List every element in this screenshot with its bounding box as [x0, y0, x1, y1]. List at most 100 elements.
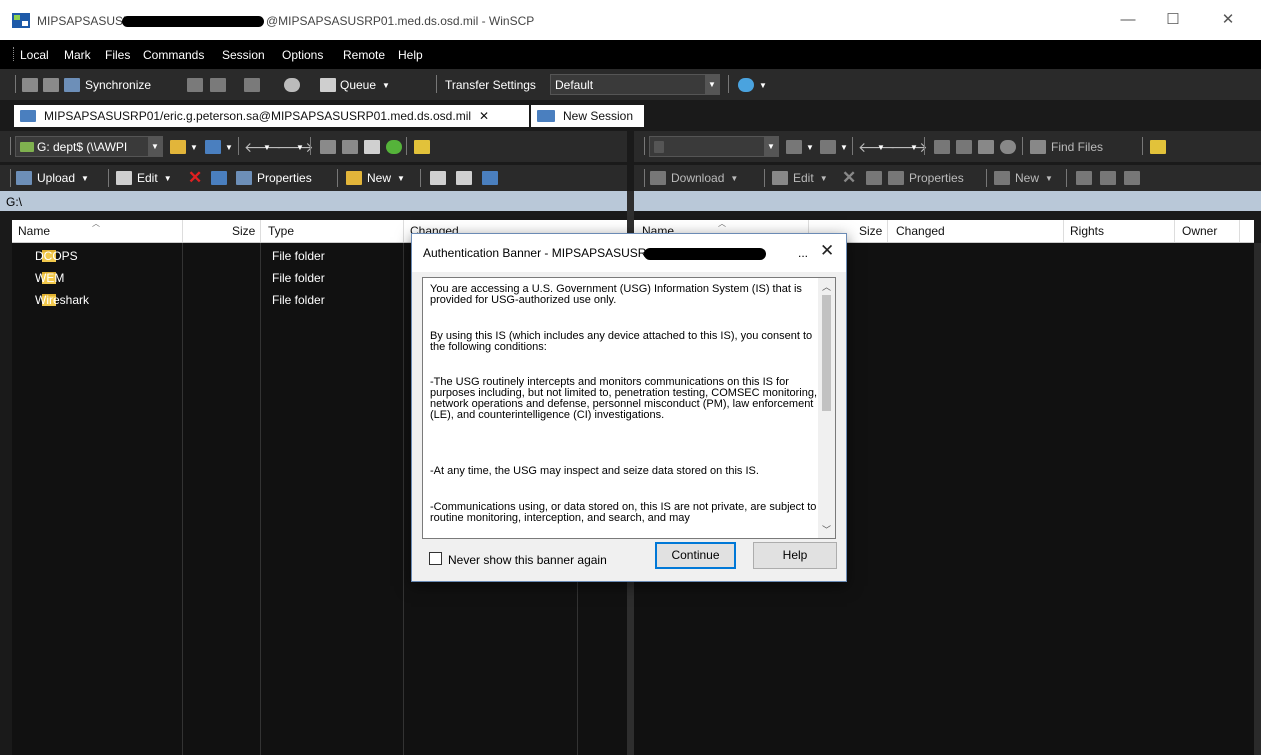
never-show-checkbox[interactable]: [429, 552, 442, 565]
column-separator[interactable]: [260, 220, 261, 242]
maximize-button[interactable]: ☐: [1158, 8, 1188, 32]
local-drive-select[interactable]: G: dept$ (\\AWPI ▼: [15, 136, 163, 157]
refresh-icon[interactable]: [386, 140, 402, 154]
local-edit-button[interactable]: Edit ▼: [116, 168, 172, 188]
tab-session[interactable]: MIPSAPSASUSRP01/eric.g.peterson.sa@MIPSA…: [14, 105, 529, 127]
remote-edit-button[interactable]: Edit ▼: [772, 168, 828, 188]
forward-arrow-icon[interactable]: 🡒: [890, 139, 928, 156]
home-icon[interactable]: [364, 140, 380, 154]
chevron-down-icon[interactable]: ▼: [910, 143, 918, 152]
putty-icon[interactable]: [210, 78, 226, 92]
dialog-close-button[interactable]: ✕: [820, 241, 834, 261]
remote-directory-select[interactable]: ▼: [649, 136, 779, 157]
rename-icon[interactable]: [866, 171, 882, 185]
menu-local[interactable]: Local: [20, 48, 49, 62]
scroll-down-icon[interactable]: ﹀: [818, 523, 835, 536]
menu-options[interactable]: Options: [282, 48, 323, 62]
unselect-icon[interactable]: [1100, 171, 1116, 185]
remote-properties-button[interactable]: Properties: [888, 168, 964, 188]
remote-new-button[interactable]: New ▼: [994, 168, 1053, 188]
transfer-settings-select[interactable]: Default ▼: [550, 74, 720, 95]
remote-col-size[interactable]: Size: [859, 224, 882, 238]
local-col-type[interactable]: Type: [268, 224, 294, 238]
unselect-icon[interactable]: [456, 171, 472, 185]
menu-mark[interactable]: Mark: [64, 48, 91, 62]
home-icon[interactable]: [978, 140, 994, 154]
parent-directory-icon[interactable]: [320, 140, 336, 154]
filter-select-icon[interactable]: [1124, 171, 1140, 185]
chevron-down-icon[interactable]: ▼: [263, 143, 271, 152]
local-col-name[interactable]: Name: [18, 224, 50, 238]
forward-arrow-icon[interactable]: 🡒: [276, 139, 314, 156]
column-separator[interactable]: [1063, 220, 1064, 242]
delete-icon[interactable]: ✕: [188, 168, 202, 188]
remote-path-bar[interactable]: [634, 191, 1261, 211]
chevron-down-icon[interactable]: ▼: [296, 143, 304, 152]
column-separator[interactable]: [182, 220, 183, 242]
find-files-icon[interactable]: [244, 78, 260, 92]
local-new-button[interactable]: New ▼: [346, 168, 405, 188]
file-name: WEM: [35, 271, 65, 285]
local-properties-button[interactable]: Properties: [236, 168, 312, 188]
tree-toggle-icon[interactable]: [1150, 140, 1166, 154]
select-all-icon[interactable]: [1076, 171, 1092, 185]
scroll-up-icon[interactable]: ︿: [818, 280, 835, 293]
refresh-icon[interactable]: [1000, 140, 1016, 154]
menu-commands[interactable]: Commands: [143, 48, 204, 62]
tab-new-session[interactable]: New Session: [531, 105, 644, 127]
scrollbar-thumb[interactable]: [822, 295, 831, 411]
upload-button[interactable]: Upload ▼: [16, 168, 89, 188]
parent-directory-icon[interactable]: [934, 140, 950, 154]
column-separator[interactable]: [403, 220, 404, 242]
chevron-down-icon[interactable]: ▼: [759, 81, 767, 90]
compare-directories-icon[interactable]: [22, 78, 38, 92]
toolbar-separator: [310, 137, 311, 155]
menu-remote[interactable]: Remote: [343, 48, 385, 62]
minimize-button[interactable]: —: [1113, 8, 1143, 32]
banner-scrollbar[interactable]: ︿ ﹀: [818, 278, 835, 538]
filter-icon[interactable]: [820, 140, 836, 154]
reconnect-icon[interactable]: [738, 78, 754, 92]
menu-help[interactable]: Help: [398, 48, 423, 62]
banner-text-box[interactable]: You are accessing a U.S. Government (USG…: [422, 277, 836, 539]
local-col-size[interactable]: Size: [232, 224, 255, 238]
download-button[interactable]: Download ▼: [650, 168, 738, 188]
console-icon[interactable]: [187, 78, 203, 92]
help-button[interactable]: Help: [753, 542, 837, 569]
chevron-down-icon[interactable]: ▼: [840, 143, 848, 152]
close-window-button[interactable]: ✕: [1213, 8, 1243, 32]
menu-files[interactable]: Files: [105, 48, 130, 62]
menu-session[interactable]: Session: [222, 48, 265, 62]
select-all-icon[interactable]: [430, 171, 446, 185]
local-path-bar[interactable]: G:\: [0, 191, 627, 211]
tree-toggle-icon[interactable]: [414, 140, 430, 154]
delete-icon[interactable]: ✕: [842, 168, 856, 188]
remote-col-changed[interactable]: Changed: [896, 224, 945, 238]
chevron-down-icon[interactable]: ▼: [225, 143, 233, 152]
chevron-down-icon[interactable]: ▼: [877, 143, 885, 152]
rename-icon[interactable]: [211, 171, 227, 185]
synchronize-button[interactable]: Synchronize: [64, 75, 151, 95]
root-directory-icon[interactable]: [956, 140, 972, 154]
filter-select-icon[interactable]: [482, 171, 498, 185]
toolbar-grip: [644, 137, 645, 155]
edit-icon: [116, 171, 132, 185]
tab-close-icon[interactable]: ✕: [479, 109, 489, 123]
column-separator[interactable]: [1239, 220, 1240, 242]
keep-remote-up-to-date-icon[interactable]: [43, 78, 59, 92]
find-files-button[interactable]: Find Files: [1030, 137, 1103, 157]
remote-col-owner[interactable]: Owner: [1182, 224, 1217, 238]
remote-col-rights[interactable]: Rights: [1070, 224, 1104, 238]
never-show-label[interactable]: Never show this banner again: [448, 553, 607, 567]
gear-icon[interactable]: [284, 78, 300, 92]
root-directory-icon[interactable]: [342, 140, 358, 154]
open-directory-icon[interactable]: [786, 140, 802, 154]
chevron-down-icon[interactable]: ▼: [190, 143, 198, 152]
open-directory-icon[interactable]: [170, 140, 186, 154]
chevron-down-icon[interactable]: ▼: [806, 143, 814, 152]
column-separator[interactable]: [887, 220, 888, 242]
filter-icon[interactable]: [205, 140, 221, 154]
queue-button[interactable]: Queue ▼: [320, 75, 390, 95]
continue-button[interactable]: Continue: [655, 542, 736, 569]
column-separator[interactable]: [1174, 220, 1175, 242]
